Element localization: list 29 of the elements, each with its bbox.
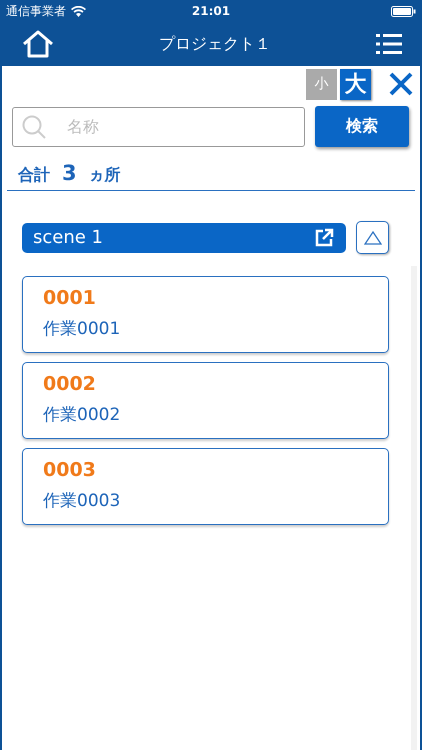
- external-link-icon[interactable]: [314, 228, 334, 248]
- screen-title: プロジェクト１: [159, 34, 271, 54]
- triangle-icon: [364, 230, 382, 246]
- collapse-button[interactable]: [356, 221, 389, 254]
- status-time: 21:01: [192, 4, 230, 18]
- work-code: 0003: [43, 459, 97, 481]
- menu-icon[interactable]: [376, 33, 402, 55]
- close-icon[interactable]: [389, 72, 413, 96]
- work-name: 作業0002: [43, 404, 122, 426]
- work-code: 0002: [43, 373, 97, 395]
- work-item-card[interactable]: 0001 作業0001: [22, 276, 389, 353]
- total-label: 合計: [18, 165, 50, 186]
- carrier-name: 通信事業者: [6, 2, 66, 20]
- scene-title: scene 1: [33, 227, 104, 248]
- work-name: 作業0001: [43, 318, 122, 340]
- wifi-icon: [71, 6, 86, 16]
- search-field[interactable]: 名称: [12, 106, 305, 146]
- search-button[interactable]: 検索: [315, 106, 409, 147]
- work-name: 作業0003: [43, 490, 122, 512]
- battery-icon: [391, 6, 416, 16]
- work-item-card[interactable]: 0003 作業0003: [22, 448, 389, 525]
- scene-header[interactable]: scene 1: [22, 222, 346, 252]
- search-icon: [22, 114, 46, 138]
- total-unit: ヵ所: [88, 165, 121, 186]
- work-item-card[interactable]: 0002 作業0002: [22, 362, 389, 439]
- work-code: 0001: [43, 287, 97, 309]
- home-icon[interactable]: [22, 30, 54, 58]
- size-toggle-button[interactable]: 大: [340, 68, 371, 100]
- total-count: 3: [62, 161, 77, 185]
